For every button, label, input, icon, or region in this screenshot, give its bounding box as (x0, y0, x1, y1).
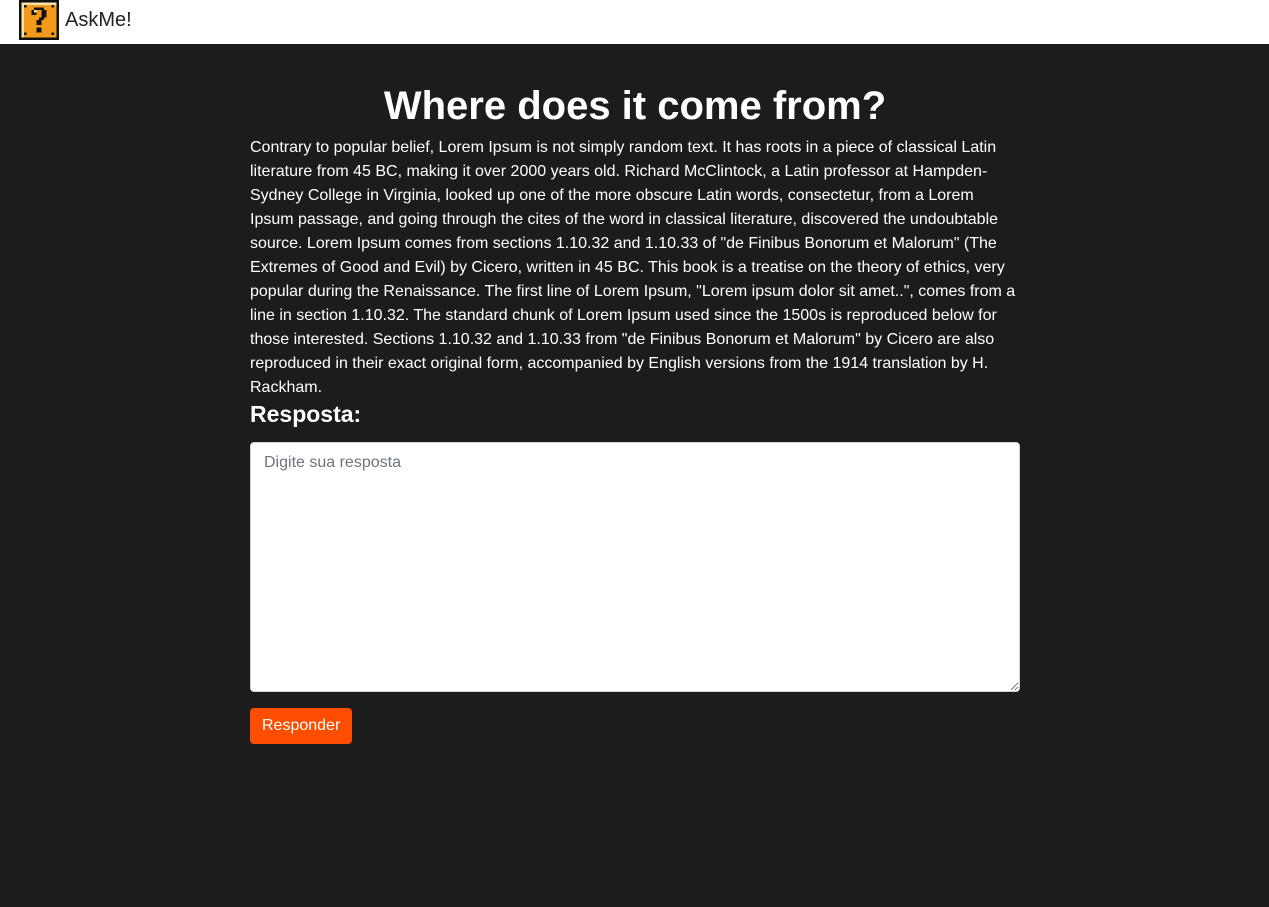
navbar: AskMe! (0, 0, 1269, 44)
question-title: Where does it come from? (383, 84, 887, 128)
question-body: Contrary to popular belief, Lorem Ipsum … (250, 139, 1016, 396)
answer-textarea[interactable] (250, 442, 1020, 692)
question-block-icon (19, 0, 59, 40)
brand-name: AskMe! (65, 8, 132, 31)
answer-form: Resposta: Responder (250, 400, 1020, 744)
brand-link[interactable]: AskMe! (19, 0, 132, 40)
answer-label: Resposta: (250, 401, 362, 427)
main-content: Where does it come from? Contrary to pop… (250, 44, 1020, 744)
submit-answer-button[interactable]: Responder (250, 708, 353, 744)
